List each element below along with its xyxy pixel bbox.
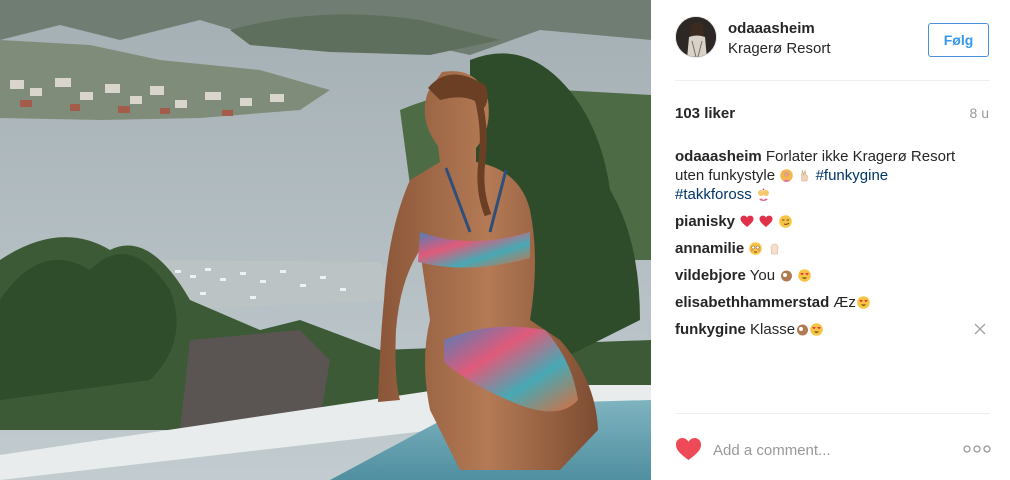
like-count[interactable]: 103 liker: [675, 105, 735, 122]
avatar-image: [676, 17, 716, 57]
comment-username[interactable]: funkygine: [675, 321, 746, 338]
caption-username[interactable]: odaaasheim: [675, 148, 762, 165]
header-divider: [675, 80, 990, 81]
close-icon[interactable]: [972, 321, 988, 337]
heart-eyes-emoji: [798, 269, 812, 282]
ok-hand-emoji: [781, 270, 793, 282]
ok-hand-emoji: [797, 324, 809, 336]
post-header: odaaasheim Kragerø Resort Følg: [651, 0, 1010, 80]
heart-emoji: [759, 215, 773, 227]
comment-username[interactable]: pianisky: [675, 213, 735, 230]
comment-text: You: [749, 267, 776, 284]
victory-hand-emoji: [801, 169, 809, 182]
post-location[interactable]: Kragerø Resort: [728, 40, 831, 57]
comment-item: funkygine Klasse: [675, 320, 990, 339]
post-username[interactable]: odaaasheim: [728, 20, 815, 37]
caption-text-line2: uten funkystyle: [675, 167, 776, 184]
post-photo-image: [0, 0, 651, 480]
comment-username[interactable]: annamilie: [675, 240, 744, 257]
hand-gesture-emoji: [780, 169, 794, 182]
caption-text-line1: Forlater ikke Kragerø Resort: [765, 148, 956, 165]
couple-kiss-emoji: [757, 188, 769, 201]
hashtag-link[interactable]: #takkfoross: [675, 186, 752, 203]
comment-item: pianisky: [675, 212, 990, 231]
post-photo[interactable]: [0, 0, 651, 480]
comment-composer: [651, 414, 1010, 480]
smirk-emoji: [778, 215, 792, 228]
comment-username[interactable]: elisabethhammerstad: [675, 294, 829, 311]
caption: odaaasheim Forlater ikke Kragerø Resort …: [675, 147, 990, 204]
raised-hand-emoji: [770, 243, 778, 255]
post-age[interactable]: 8 u: [970, 105, 989, 121]
comment-text: Æz: [833, 294, 856, 311]
comment-input[interactable]: [713, 438, 943, 462]
avatar[interactable]: [675, 16, 717, 58]
post-detail-panel: odaaasheim Kragerø Resort Følg 103 liker…: [651, 0, 1010, 480]
heart-eyes-emoji: [857, 296, 870, 309]
heart-eyes-emoji: [810, 323, 823, 336]
heart-emoji: [740, 215, 754, 227]
comments-list: odaaasheim Forlater ikke Kragerø Resort …: [675, 147, 990, 339]
comment-username[interactable]: vildebjore: [675, 267, 746, 284]
more-dots-icon[interactable]: [963, 444, 991, 454]
comment-item: annamilie: [675, 239, 990, 258]
comment-item: vildebjore You: [675, 266, 990, 285]
flushed-emoji: [749, 242, 763, 255]
heart-icon[interactable]: [675, 437, 702, 461]
hashtag-link[interactable]: #funkygine: [816, 167, 889, 184]
comment-text: Klasse: [750, 321, 796, 338]
follow-button[interactable]: Følg: [928, 23, 989, 57]
comment-item: elisabethhammerstad Æz: [675, 293, 990, 312]
